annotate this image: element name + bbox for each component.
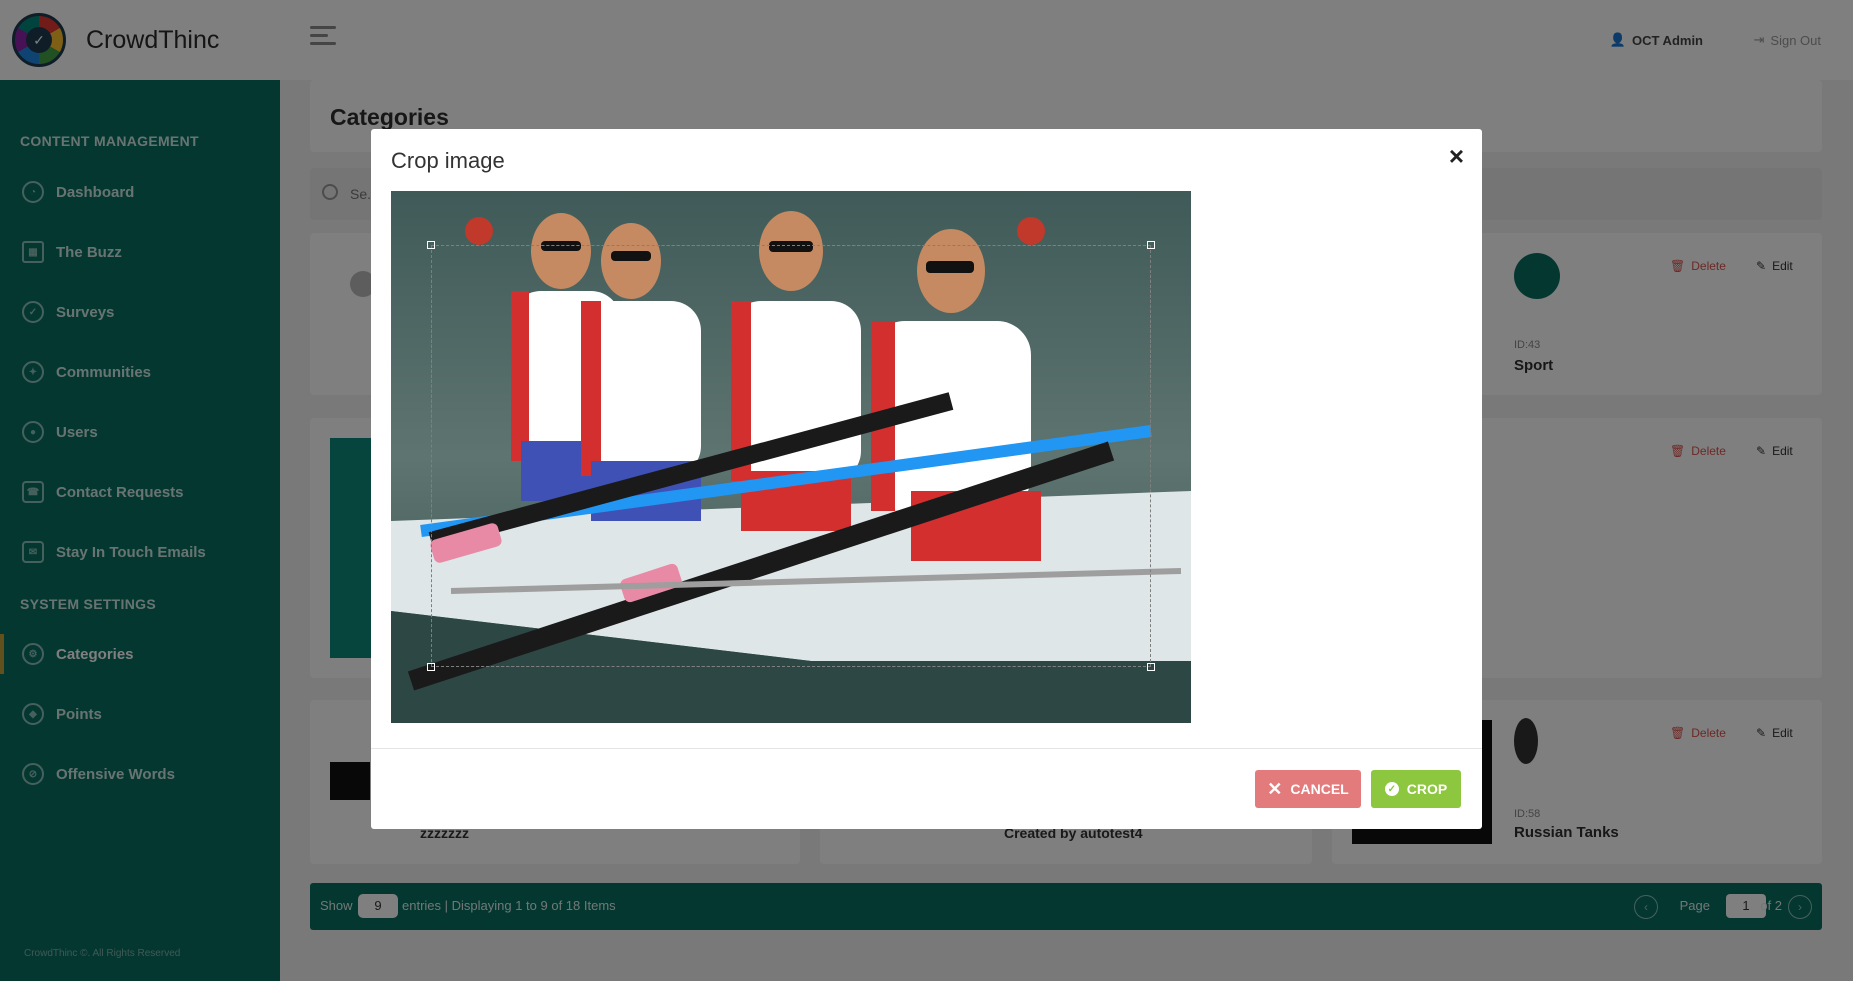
crop-selection-box[interactable] bbox=[427, 241, 1155, 671]
modal-title: Crop image bbox=[391, 148, 505, 173]
modal-divider bbox=[371, 748, 1482, 749]
crop-label: CROP bbox=[1406, 781, 1448, 797]
cancel-label: CANCEL bbox=[1290, 781, 1349, 797]
crop-handle-bottom-right[interactable] bbox=[1147, 663, 1155, 671]
crop-button[interactable]: ✓ CROP bbox=[1371, 770, 1461, 808]
close-icon[interactable]: × bbox=[1449, 143, 1464, 169]
crop-image-modal: Crop image × ✕ CANCEL ✓ CROP bbox=[371, 129, 1482, 829]
close-icon: ✕ bbox=[1267, 778, 1283, 799]
crop-area[interactable] bbox=[391, 191, 1191, 723]
crop-handle-top-left[interactable] bbox=[427, 241, 435, 249]
check-circle-icon: ✓ bbox=[1384, 782, 1399, 796]
cancel-button[interactable]: ✕ CANCEL bbox=[1255, 770, 1361, 808]
crop-handle-bottom-left[interactable] bbox=[427, 663, 435, 671]
crop-handle-top-right[interactable] bbox=[1147, 241, 1155, 249]
